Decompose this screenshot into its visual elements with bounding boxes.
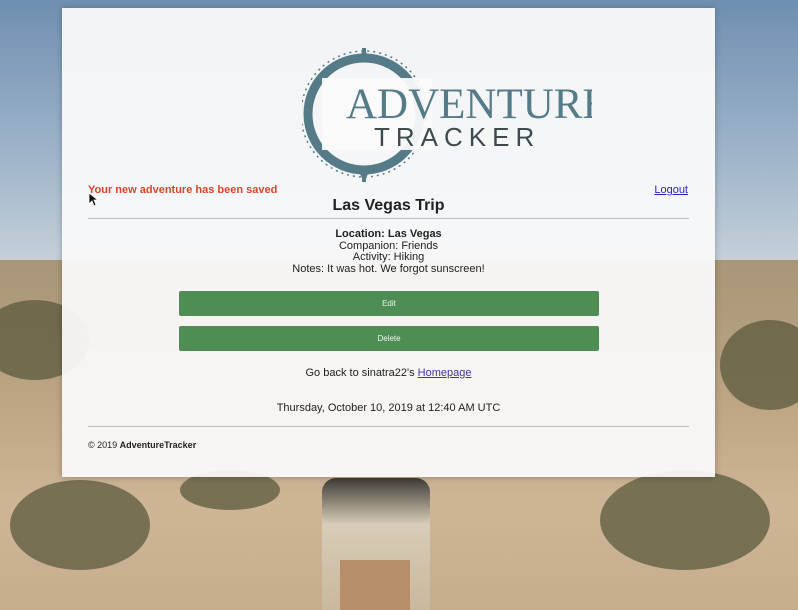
trip-timestamp: Thursday, October 10, 2019 at 12:40 AM U… xyxy=(276,402,501,414)
logo-wordmark-line2: TRACKER xyxy=(374,122,540,152)
background-bush xyxy=(600,470,770,570)
trip-location: Location: Las Vegas xyxy=(335,228,442,240)
footer-copyright: © 2019 xyxy=(88,440,120,450)
adventure-tracker-logo[interactable]: ADVENTURE TRACKER xyxy=(300,48,609,183)
trip-details: Location: Las Vegas Companion: Friends A… xyxy=(62,228,715,275)
flash-message: Your new adventure has been saved xyxy=(88,184,278,196)
homepage-link[interactable]: Homepage xyxy=(418,367,472,379)
delete-button[interactable]: Delete xyxy=(179,326,599,351)
trip-activity: Activity: Hiking xyxy=(352,251,425,263)
page-title: Las Vegas Trip xyxy=(332,197,445,214)
trip-notes: Notes: It was hot. We forgot sunscreen! xyxy=(292,262,485,275)
adventure-card: ADVENTURE TRACKER Your new adventure has… xyxy=(62,8,715,477)
compass-logo-icon: ADVENTURE TRACKER xyxy=(300,48,609,182)
divider xyxy=(88,218,689,219)
go-back-prefix: Go back to sinatra22's xyxy=(305,367,418,379)
divider xyxy=(88,426,689,427)
logo-wordmark-line1: ADVENTURE xyxy=(346,81,592,128)
background-bush xyxy=(10,480,150,570)
background-hiker-legs xyxy=(340,560,410,610)
logout-link[interactable]: Logout xyxy=(654,184,688,196)
footer: © 2019 AdventureTracker xyxy=(88,440,196,450)
go-back-text: Go back to sinatra22's Homepage xyxy=(62,367,715,379)
edit-button[interactable]: Edit xyxy=(179,291,599,316)
footer-brand: AdventureTracker xyxy=(119,440,197,450)
